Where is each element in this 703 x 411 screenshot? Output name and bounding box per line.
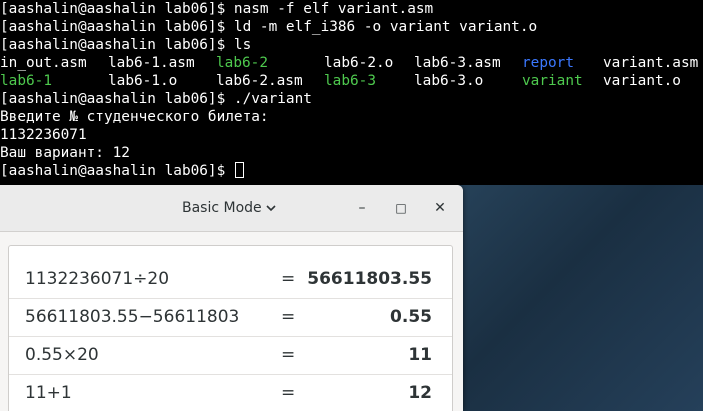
file-entry: variant.asm (603, 55, 699, 71)
history-row[interactable]: 0.55×20 = 11 (9, 337, 452, 375)
terminal-window[interactable]: [aashalin@aashalin lab06]$ nasm -f elf v… (0, 0, 703, 185)
history-result[interactable]: 56611803.55 (307, 269, 432, 289)
file-entry: variant.o (603, 73, 681, 89)
executable-entry: lab6-3 (324, 73, 376, 89)
executable-entry: lab6-2 (216, 55, 268, 71)
history-expression: 56611803.55−56611803 (25, 307, 240, 327)
chevron-down-icon (266, 198, 276, 220)
mode-label: Basic Mode (182, 200, 262, 216)
close-icon: ✕ (434, 200, 446, 216)
maximize-icon: □ (395, 201, 407, 215)
file-entry: lab6-3.o (414, 73, 484, 89)
history-expression: 11+1 (25, 383, 72, 403)
terminal-line: [aashalin@aashalin lab06]$ ./variant (0, 91, 312, 107)
history-expression: 0.55×20 (25, 345, 99, 365)
history-result[interactable]: 11 (408, 345, 432, 365)
directory-entry: report (522, 55, 574, 71)
ls-output-row-1: in_out.asm lab6-1.asm lab6-2 lab6-2.o la… (0, 54, 703, 72)
mode-selector-button[interactable]: Basic Mode (172, 197, 286, 219)
file-entry: in_out.asm (0, 55, 87, 71)
terminal-line: [aashalin@aashalin lab06]$ nasm -f elf v… (0, 1, 434, 17)
calculation-history[interactable]: 1132236071÷20 = 56611803.55 56611803.55−… (8, 245, 453, 411)
terminal-line: [aashalin@aashalin lab06]$ ls (0, 37, 252, 53)
executable-entry: variant (522, 73, 583, 89)
program-output: Ваш вариант: 12 (0, 145, 130, 161)
ls-output-row-2: lab6-1 lab6-1.o lab6-2.asm lab6-3 lab6-3… (0, 72, 703, 90)
file-entry: lab6-3.asm (414, 55, 501, 71)
terminal-prompt-line[interactable]: [aashalin@aashalin lab06]$ (0, 162, 703, 180)
shell-prompt: [aashalin@aashalin lab06]$ (0, 163, 234, 179)
program-prompt: Введите № студенческого билета: (0, 109, 269, 125)
equals-sign: = (281, 345, 296, 365)
minimize-button[interactable]: – (352, 198, 372, 218)
file-entry: lab6-1.asm (108, 55, 195, 71)
file-entry: lab6-2.asm (216, 73, 303, 89)
history-expression: 1132236071÷20 (25, 269, 170, 289)
history-row[interactable]: 11+1 = 12 (9, 375, 452, 411)
close-button[interactable]: ✕ (430, 198, 450, 218)
equals-sign: = (281, 269, 296, 289)
file-entry: lab6-2.o (324, 55, 394, 71)
calculator-window[interactable]: Basic Mode – □ ✕ 1132236071÷20 = 5661180… (0, 185, 463, 411)
executable-entry: lab6-1 (0, 73, 52, 89)
history-result[interactable]: 12 (408, 383, 432, 403)
user-input-ticket: 1132236071 (0, 127, 87, 143)
equals-sign: = (281, 307, 296, 327)
maximize-button[interactable]: □ (391, 198, 411, 218)
minimize-icon: – (358, 200, 366, 216)
text-cursor (234, 162, 244, 178)
file-entry: lab6-1.o (108, 73, 178, 89)
terminal-line: [aashalin@aashalin lab06]$ ld -m elf_i38… (0, 19, 538, 35)
history-result[interactable]: 0.55 (390, 307, 432, 327)
calculator-titlebar[interactable]: Basic Mode – □ ✕ (0, 185, 463, 232)
history-row[interactable]: 56611803.55−56611803 = 0.55 (9, 299, 452, 337)
equals-sign: = (281, 383, 296, 403)
history-row[interactable]: 1132236071÷20 = 56611803.55 (9, 261, 452, 299)
